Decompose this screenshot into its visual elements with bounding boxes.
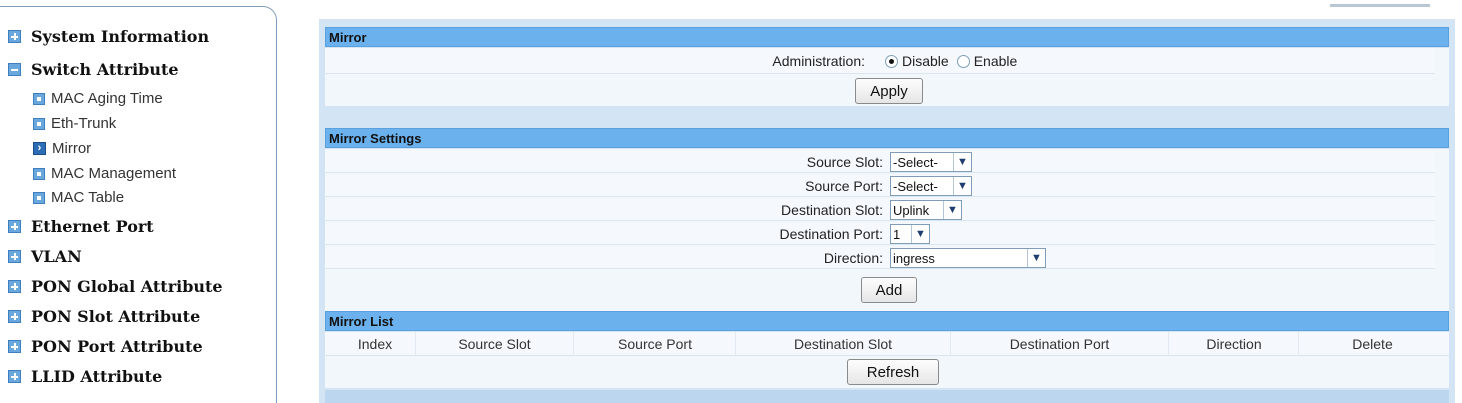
enable-radio[interactable] [956,54,970,68]
administration-radio-group: Disable Enable [885,53,1017,69]
sidebar-item-ethernet-port[interactable]: Ethernet Port [8,217,154,236]
chevron-down-icon: ▼ [943,201,961,219]
destination-slot-row: Destination Slot: Uplink ▼ [325,199,1435,221]
column-divider [415,332,416,356]
column-source-port: Source Port [618,336,692,352]
sidebar-item-mac-management[interactable]: MAC Management [33,165,176,182]
sidebar-item-label: PON Port Attribute [31,337,203,356]
sidebar-item-label: Mirror [52,140,92,157]
destination-port-value: 1 [893,226,901,242]
mirror-settings-body: Source Slot: -Select- ▼ Source Port: -Se… [325,149,1449,313]
sidebar-item-vlan[interactable]: VLAN [8,247,82,266]
sidebar-item-label: MAC Aging Time [51,90,163,107]
square-leaf-icon [33,92,45,105]
sidebar-nav: System Information Switch Attribute MAC … [0,6,277,403]
direction-select[interactable]: ingress ▼ [890,248,1046,268]
sidebar-item-label: Ethernet Port [31,217,154,236]
mirror-list-footer: Refresh [325,356,1449,388]
square-leaf-icon [33,117,45,130]
sidebar-item-switch-attribute[interactable]: Switch Attribute [8,60,179,79]
destination-port-label: Destination Port: [779,226,884,242]
source-slot-select[interactable]: -Select- ▼ [890,152,972,172]
sidebar-item-label: Eth-Trunk [51,115,117,132]
chevron-down-icon: ▼ [911,225,929,243]
column-destination-slot: Destination Slot [793,336,893,352]
mirror-settings-header: Mirror Settings [325,128,1449,148]
chevron-down-icon: ▼ [953,153,971,171]
bottom-bar [325,390,1449,403]
sidebar-item-label: PON Global Attribute [31,277,223,296]
refresh-button[interactable]: Refresh [847,359,939,385]
destination-port-select[interactable]: 1 ▼ [890,224,930,244]
column-divider [950,332,951,356]
sidebar-item-label: MAC Management [51,165,177,182]
column-divider [573,332,574,356]
column-divider [1168,332,1169,356]
sidebar-item-mirror[interactable]: › Mirror [33,140,91,157]
sidebar-item-eth-trunk[interactable]: Eth-Trunk [33,115,116,132]
square-leaf-icon [33,167,45,180]
main-content: Mirror Administration: Disable Enable Ap… [319,19,1455,403]
column-destination-port: Destination Port [1009,336,1110,352]
disable-radio[interactable] [885,54,898,68]
mirror-section-body: Administration: Disable Enable Apply [325,48,1449,106]
column-delete: Delete [1352,336,1393,352]
mirror-list-table-header: Index Source Slot Source Port Destinatio… [325,332,1449,356]
direction-label: Direction: [823,250,883,266]
disable-radio-label: Disable [902,53,949,69]
administration-row: Administration: Disable Enable [325,48,1435,74]
top-divider [1330,4,1430,7]
sidebar-item-pon-global-attribute[interactable]: PON Global Attribute [8,277,223,296]
column-direction: Direction [1206,336,1262,352]
sidebar-item-pon-slot-attribute[interactable]: PON Slot Attribute [8,307,200,326]
sidebar-item-mac-table[interactable]: MAC Table [33,189,124,206]
add-button[interactable]: Add [861,277,917,303]
plus-square-icon [8,250,21,263]
direction-row: Direction: ingress ▼ [325,247,1435,269]
plus-square-icon [8,310,21,323]
sidebar-item-label: System Information [31,27,210,46]
source-slot-row: Source Slot: -Select- ▼ [325,151,1435,173]
source-port-value: -Select- [893,178,938,194]
mirror-list-header: Mirror List [325,311,1449,331]
chevron-down-icon: ▼ [1027,249,1045,267]
sidebar-item-label: MAC Table [51,189,125,206]
sidebar-item-label: Switch Attribute [31,60,179,79]
plus-square-icon [8,340,21,353]
column-source-slot: Source Slot [458,336,531,352]
destination-slot-label: Destination Slot: [781,202,883,218]
column-divider [1298,332,1299,356]
column-index: Index [357,336,393,352]
chevron-down-icon: ▼ [953,177,971,195]
destination-slot-select[interactable]: Uplink ▼ [890,200,962,220]
destination-slot-value: Uplink [893,202,930,218]
arrow-right-icon: › [33,142,46,155]
square-leaf-icon [33,191,45,204]
apply-button[interactable]: Apply [855,78,923,104]
enable-radio-label: Enable [973,53,1018,69]
plus-square-icon [8,30,21,43]
column-divider [735,332,736,356]
minus-square-icon [8,63,21,76]
mirror-section-header: Mirror [325,27,1449,47]
source-port-select[interactable]: -Select- ▼ [890,176,972,196]
plus-square-icon [8,220,21,233]
destination-port-row: Destination Port: 1 ▼ [325,223,1435,245]
source-slot-label: Source Slot: [806,154,883,170]
sidebar-item-label: PON Slot Attribute [31,307,201,326]
sidebar-item-label: VLAN [31,247,82,266]
plus-square-icon [8,370,21,383]
source-slot-value: -Select- [893,154,938,170]
direction-value: ingress [893,250,935,266]
sidebar-item-llid-attribute[interactable]: LLID Attribute [8,367,162,386]
source-port-row: Source Port: -Select- ▼ [325,175,1435,197]
source-port-label: Source Port: [805,178,883,194]
sidebar-item-pon-port-attribute[interactable]: PON Port Attribute [8,337,203,356]
sidebar-item-label: LLID Attribute [31,367,163,386]
sidebar-item-mac-aging-time[interactable]: MAC Aging Time [33,90,163,107]
administration-label: Administration: [772,53,865,69]
sidebar-item-system-information[interactable]: System Information [8,27,209,46]
plus-square-icon [8,280,21,293]
